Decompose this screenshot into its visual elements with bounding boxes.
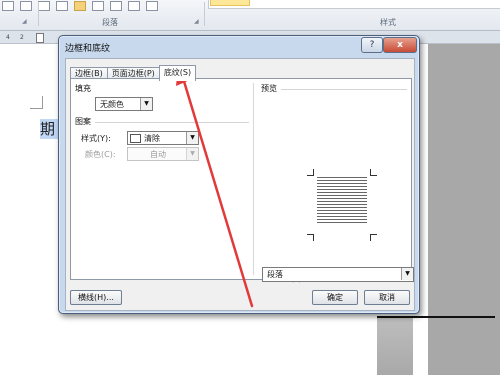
ruler-tick: 4 <box>6 34 10 41</box>
cancel-button[interactable]: 取消 <box>364 290 410 305</box>
pattern-swatch-icon <box>130 134 141 143</box>
preview-section-rule <box>281 89 407 90</box>
horizontal-line-button[interactable]: 横线(H)... <box>70 290 122 305</box>
tab-shading[interactable]: 底纹(S) <box>158 65 197 81</box>
pattern-style-value: 清除 <box>144 134 160 143</box>
styles-gallery-selected[interactable] <box>210 0 250 6</box>
pattern-style-label: 样式(Y): <box>81 134 111 143</box>
pattern-color-label: 颜色(C): <box>85 150 116 159</box>
ruler-tick: 2 <box>20 34 24 41</box>
gray-background-block <box>377 318 413 375</box>
paragraph-launcher-icon[interactable]: ◢ <box>194 18 199 25</box>
apply-to-dropdown[interactable]: 段落 ▼ <box>262 267 414 282</box>
styles-gallery[interactable] <box>208 0 500 9</box>
ribbon-separator <box>38 2 39 26</box>
chevron-down-icon[interactable]: ▼ <box>401 268 413 280</box>
fill-color-dropdown[interactable]: 无颜色 ▼ <box>95 97 153 111</box>
fill-section-label: 填充 <box>75 84 91 93</box>
indent-marker[interactable] <box>36 33 44 43</box>
apply-to-value: 段落 <box>267 270 283 279</box>
dialog-tabs: 边框(B) 页面边框(P) 底纹(S) <box>70 65 197 81</box>
shading-preview[interactable] <box>307 169 377 241</box>
selected-document-text[interactable]: 期 <box>40 119 58 139</box>
close-button[interactable]: x <box>383 37 417 53</box>
align-right-icon[interactable] <box>56 1 68 11</box>
preview-section-label: 预览 <box>261 84 277 93</box>
help-button[interactable]: ? <box>361 37 383 53</box>
shading-tab-panel: 填充 无颜色 ▼ 图案 样式(Y): 清除 ▼ 颜色(C): 自动 ▼ 预览 <box>70 78 412 283</box>
distributed-icon[interactable] <box>92 1 104 11</box>
ribbon-toolbar <box>2 0 158 12</box>
line-spacing-icon[interactable] <box>110 1 122 11</box>
ribbon-separator <box>204 2 205 26</box>
dialog-launcher-icon[interactable]: ◢ <box>22 18 27 25</box>
pattern-color-value: 自动 <box>150 150 166 159</box>
panel-divider <box>253 83 254 275</box>
chevron-down-icon[interactable]: ▼ <box>186 148 198 160</box>
chevron-down-icon[interactable]: ▼ <box>140 98 152 110</box>
dialog-client-area: 边框(B) 页面边框(P) 底纹(S) 填充 无颜色 ▼ 图案 样式(Y): 清… <box>65 58 415 311</box>
borders-icon[interactable] <box>146 1 158 11</box>
crop-mark <box>307 169 314 176</box>
pattern-section-rule <box>95 122 249 123</box>
dialog-titlebar[interactable]: 边框和底纹 ? x <box>59 36 419 56</box>
pattern-style-dropdown[interactable]: 清除 ▼ <box>127 131 199 145</box>
crop-mark <box>307 234 314 241</box>
fill-color-value: 无颜色 <box>100 100 124 109</box>
pattern-section-label: 图案 <box>75 117 91 126</box>
crop-mark <box>370 169 377 176</box>
paragraph-group-label: 段落 <box>102 18 118 27</box>
borders-and-shading-dialog: 边框和底纹 ? x 边框(B) 页面边框(P) 底纹(S) 填充 无颜色 ▼ 图… <box>58 35 420 314</box>
pattern-color-dropdown[interactable]: 自动 ▼ <box>127 147 199 161</box>
border-icon[interactable] <box>2 1 14 11</box>
shading-icon[interactable] <box>128 1 140 11</box>
align-left-icon[interactable] <box>20 1 32 11</box>
ribbon: ◢ 段落 ◢ 样式 <box>0 0 500 31</box>
styles-group-label: 样式 <box>380 18 396 27</box>
crop-mark <box>370 234 377 241</box>
margin-corner-mark <box>30 96 43 109</box>
chevron-down-icon[interactable]: ▼ <box>186 132 198 144</box>
preview-text-lines <box>317 177 367 225</box>
dialog-title: 边框和底纹 <box>65 44 111 54</box>
align-center-icon[interactable] <box>38 1 50 11</box>
ok-button[interactable]: 确定 <box>312 290 358 305</box>
justify-icon[interactable] <box>74 1 86 11</box>
